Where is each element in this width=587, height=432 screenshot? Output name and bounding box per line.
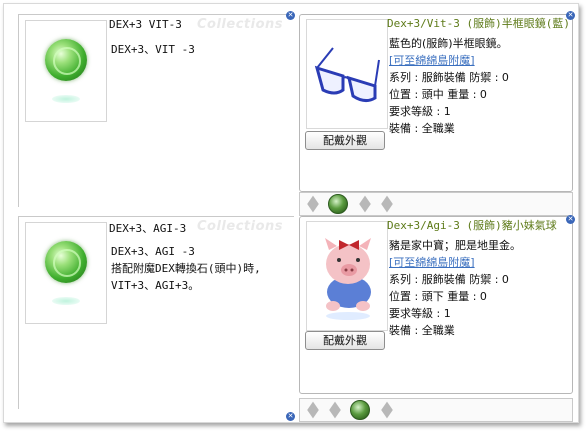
green-orb-icon: [42, 33, 92, 113]
enchant-link[interactable]: [可至綿綿島附魔]: [389, 254, 521, 271]
slot-diamond-icon: [359, 195, 371, 213]
item-desc-line: DEX+3、VIT -3: [111, 43, 195, 56]
panel-body: 藍色的(服飾)半框眼鏡。 [可至綿綿島附魔] 系列 : 服飾裝備 防禦 : 0 …: [389, 35, 509, 137]
close-icon[interactable]: ✕: [566, 11, 575, 20]
item-tooltip-panel-2: Dex+3/Agi-3 (服飾)豬小妹氣球 豬是家中寶；肥是地里金。 [可至綿綿…: [299, 216, 573, 394]
item-tooltip-panel-1: Dex+3/Vit-3 (服飾)半框眼鏡(藍) 藍色的(服飾)半框眼鏡。 [可至…: [299, 14, 573, 192]
slot-diamond-icon: [381, 195, 393, 213]
series-defense-line: 系列 : 服飾裝備 防禦 : 0: [389, 273, 509, 286]
item-description: DEX+3、VIT -3: [111, 41, 195, 58]
card-slot-bar: [299, 192, 573, 216]
item-card-2[interactable]: DEX+3、AGI-3 Collections DEX+3、AGI -3 搭配附…: [18, 216, 294, 409]
equip-class-line: 裝備 : 全職業: [389, 122, 455, 135]
close-icon[interactable]: ✕: [286, 412, 295, 421]
slot-diamond-icon: [307, 195, 319, 213]
close-icon[interactable]: ✕: [566, 215, 575, 224]
wear-appearance-button[interactable]: 配戴外觀: [305, 331, 385, 350]
slot-diamond-icon: [307, 401, 319, 419]
item-description: 豬是家中寶；肥是地里金。: [389, 239, 521, 252]
required-level-line: 要求等級 : 1: [389, 307, 451, 320]
panel-title: Dex+3/Vit-3 (服飾)半框眼鏡(藍): [387, 17, 570, 30]
wear-appearance-button[interactable]: 配戴外觀: [305, 131, 385, 150]
watermark: Collections: [197, 219, 284, 234]
item-image-box: [25, 20, 107, 122]
green-orb-icon: [42, 235, 92, 315]
panel-body: 豬是家中寶；肥是地里金。 [可至綿綿島附魔] 系列 : 服飾裝備 防禦 : 0 …: [389, 237, 521, 339]
collection-window: DEX+3 VIT-3 Collections DEX+3、VIT -3 ✕ D…: [3, 3, 579, 423]
blue-glasses-icon: [314, 47, 380, 103]
item-desc-line: VIT+3、AGI+3。: [111, 279, 200, 292]
required-level-line: 要求等級 : 1: [389, 105, 451, 118]
item-card-1[interactable]: DEX+3 VIT-3 Collections DEX+3、VIT -3: [18, 14, 294, 207]
series-defense-line: 系列 : 服飾裝備 防禦 : 0: [389, 71, 509, 84]
equip-class-line: 裝備 : 全職業: [389, 324, 455, 337]
position-weight-line: 位置 : 頭下 重量 : 0: [389, 290, 487, 303]
item-description: DEX+3、AGI -3 搭配附魔DEX轉換石(頭中)時, VIT+3、AGI+…: [111, 243, 261, 294]
item-image-box: [25, 222, 107, 324]
item-description: 藍色的(服飾)半框眼鏡。: [389, 37, 508, 50]
position-weight-line: 位置 : 頭中 重量 : 0: [389, 88, 487, 101]
green-orb-icon: [350, 400, 370, 420]
item-desc-line: 搭配附魔DEX轉換石(頭中)時,: [111, 262, 261, 275]
slot-diamond-icon: [329, 401, 341, 419]
green-orb-icon: [328, 194, 348, 214]
pig-balloon-icon: [325, 238, 371, 320]
card-slot-bar: [299, 398, 573, 422]
panel-title: Dex+3/Agi-3 (服飾)豬小妹氣球: [387, 219, 557, 232]
enchant-link[interactable]: [可至綿綿島附魔]: [389, 52, 509, 69]
item-title: DEX+3 VIT-3: [109, 18, 182, 31]
item-image-box: [306, 19, 388, 129]
close-icon[interactable]: ✕: [286, 11, 295, 20]
item-image-box: [306, 221, 388, 331]
watermark: Collections: [197, 17, 284, 32]
item-title: DEX+3、AGI-3: [109, 222, 187, 235]
slot-diamond-icon: [381, 401, 393, 419]
item-desc-line: DEX+3、AGI -3: [111, 245, 195, 258]
